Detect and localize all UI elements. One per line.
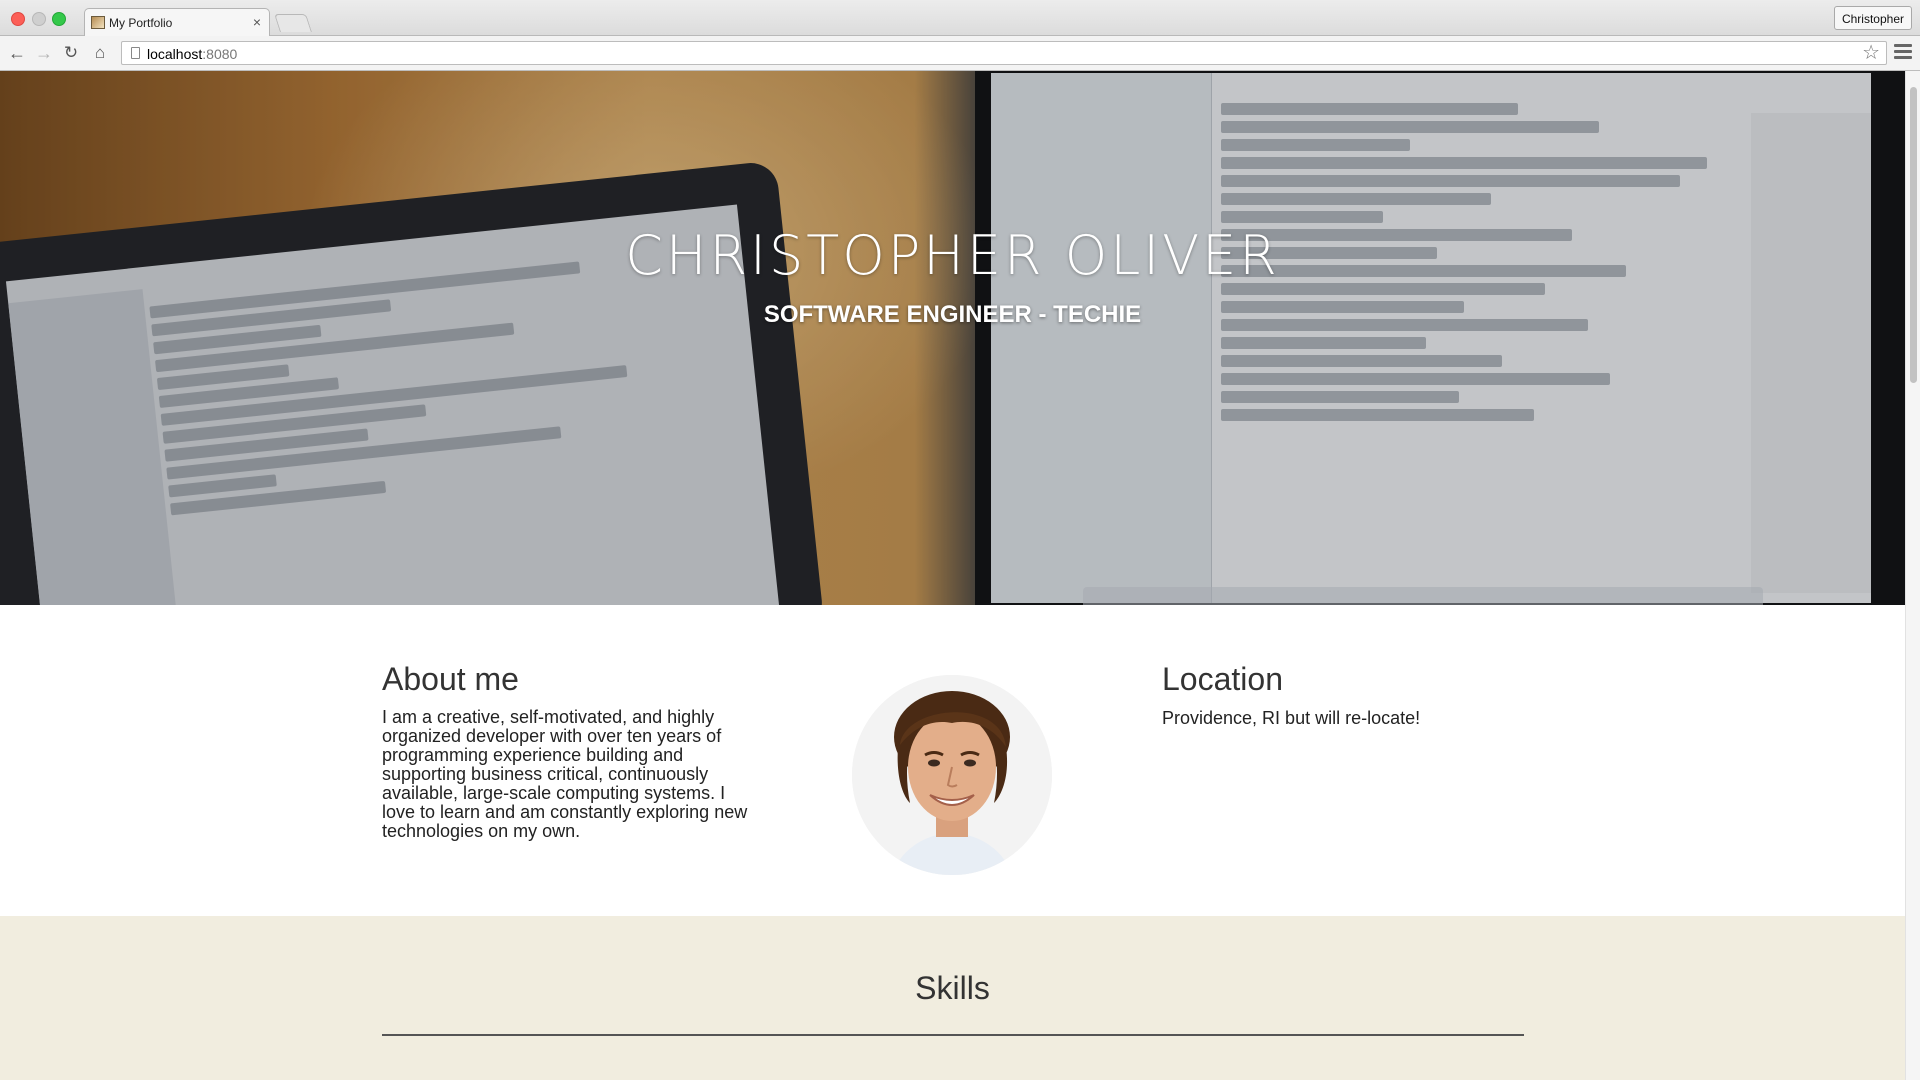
minimize-window-button[interactable] [32, 12, 46, 26]
address-bar[interactable]: localhost:8080 ☆ [121, 41, 1887, 65]
browser-toolbar: ← → ↻ ⌂ localhost:8080 ☆ [0, 36, 1920, 71]
close-window-button[interactable] [11, 12, 25, 26]
avatar-portrait-icon [852, 675, 1052, 875]
tab-close-icon[interactable]: × [253, 14, 261, 30]
url-port: :8080 [202, 46, 238, 62]
home-icon[interactable]: ⌂ [90, 43, 110, 63]
skills-heading: Skills [915, 970, 990, 1006]
skills-section: Skills [0, 916, 1905, 1080]
about-heading: About me [382, 661, 519, 697]
new-tab-button[interactable] [274, 14, 312, 32]
hamburger-menu-icon[interactable] [1894, 44, 1912, 62]
skills-divider [382, 1034, 1524, 1036]
favicon-icon [91, 16, 105, 29]
location-text: Providence, RI but will re-locate! [1162, 708, 1421, 728]
profile-button[interactable]: Christopher [1833, 6, 1912, 30]
reload-icon[interactable]: ↻ [61, 43, 81, 63]
browser-titlebar: My Portfolio × Christopher [0, 0, 1920, 36]
forward-arrow-icon[interactable]: → [34, 43, 54, 63]
profile-avatar [852, 675, 1052, 875]
hero-section: CHRISTOPHER OLIVER SOFTWARE ENGINEER - T… [0, 71, 1905, 605]
hero-name-heading: CHRISTOPHER OLIVER [625, 224, 1280, 287]
url-text[interactable]: localhost:8080 [147, 46, 237, 62]
hero-overlay [0, 71, 1905, 605]
page-icon [131, 47, 140, 59]
page-viewport: CHRISTOPHER OLIVER SOFTWARE ENGINEER - T… [0, 71, 1905, 1080]
about-text: I am a creative, self-motivated, and hig… [382, 707, 748, 841]
back-arrow-icon[interactable]: ← [7, 43, 27, 63]
location-heading: Location [1162, 661, 1283, 697]
scrollbar-thumb[interactable] [1910, 87, 1917, 383]
star-icon[interactable]: ☆ [1862, 42, 1880, 64]
url-host: localhost [147, 46, 203, 62]
hero-tagline: SOFTWARE ENGINEER - TECHIE [763, 301, 1142, 328]
tab-title: My Portfolio [109, 16, 173, 30]
maximize-window-button[interactable] [52, 12, 66, 26]
page-scrollbar[interactable] [1905, 71, 1920, 1080]
browser-tab-active[interactable]: My Portfolio × [84, 8, 270, 36]
